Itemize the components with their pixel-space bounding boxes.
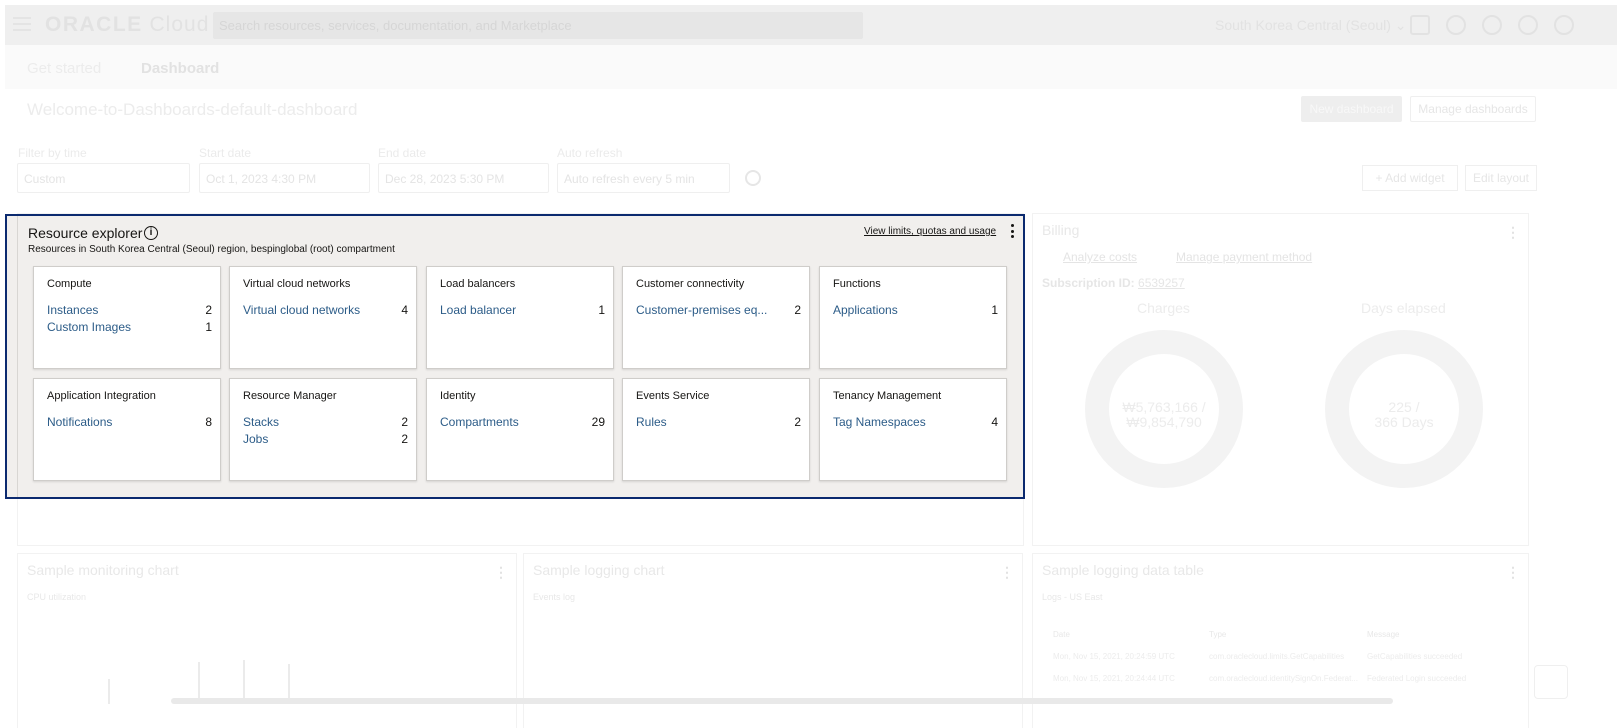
card-title: Virtual cloud networks — [243, 278, 351, 290]
card-compute: Compute Instances 2 Custom Images 1 — [33, 266, 221, 369]
card-load-balancers: Load balancers Load balancer 1 — [426, 266, 614, 369]
notification-bell-icon[interactable] — [1446, 15, 1466, 35]
card-title: Events Service — [636, 390, 710, 402]
card-title: Resource Manager — [243, 390, 337, 402]
logging-table-title: Sample logging data table — [1042, 562, 1204, 578]
widget-left-edge — [17, 216, 18, 497]
table-cell: com.oraclecloud.identitySignOn.Federat..… — [1209, 674, 1358, 683]
auto-refresh-label: Auto refresh — [557, 146, 623, 160]
logging-chart-title: Sample logging chart — [533, 562, 665, 578]
edit-layout-button[interactable]: Edit layout — [1465, 165, 1537, 191]
days-elapsed-label: Days elapsed — [1361, 300, 1446, 316]
resource-row-applications[interactable]: Applications 1 — [833, 303, 998, 320]
end-date-input[interactable]: Dec 28, 2023 5:30 PM — [378, 163, 549, 193]
card-identity: Identity Compartments 29 — [426, 378, 614, 481]
billing-title: Billing — [1042, 222, 1080, 238]
table-cell: Mon, Nov 15, 2021, 20:24:44 UTC — [1053, 674, 1175, 683]
resource-row-compartments[interactable]: Compartments 29 — [440, 415, 605, 432]
card-title: Customer connectivity — [636, 278, 745, 290]
table-header-date: Date — [1053, 630, 1070, 639]
card-virtual-cloud-networks: Virtual cloud networks Virtual cloud net… — [229, 266, 417, 369]
table-cell: com.oraclecloud.limits.GetCapabilities — [1209, 652, 1345, 661]
hamburger-menu-icon[interactable] — [13, 17, 31, 31]
card-tenancy-management: Tenancy Management Tag Namespaces 4 — [819, 378, 1007, 481]
oracle-cloud-logo[interactable]: ORACLE Cloud — [45, 13, 209, 37]
billing-kebab-icon[interactable]: ⋮ — [1506, 224, 1520, 241]
region-selector[interactable]: South Korea Central (Seoul) ⌄ — [1215, 17, 1407, 34]
card-resource-manager: Resource Manager Stacks 2 Jobs 2 — [229, 378, 417, 481]
monitoring-chart-title: Sample monitoring chart — [27, 562, 179, 578]
new-dashboard-button[interactable]: New dashboard — [1301, 96, 1402, 122]
resource-row-jobs[interactable]: Jobs 2 — [243, 432, 408, 449]
help-icon[interactable] — [1482, 15, 1502, 35]
card-functions: Functions Applications 1 — [819, 266, 1007, 369]
profile-avatar-icon[interactable] — [1554, 15, 1574, 35]
charges-value: ₩5,763,166 /₩9,854,790 — [1122, 399, 1206, 430]
resource-row-cpe[interactable]: Customer-premises eq... 2 — [636, 303, 801, 320]
language-globe-icon[interactable] — [1518, 15, 1538, 35]
search-input[interactable]: Search resources, services, documentatio… — [213, 12, 863, 39]
logging-chart-metric-label: Events log — [533, 592, 576, 602]
cloud-shell-icon[interactable] — [1410, 15, 1430, 35]
tab-get-started[interactable]: Get started — [27, 60, 101, 77]
table-header-type: Type — [1209, 630, 1227, 639]
table-cell: Mon, Nov 15, 2021, 20:24:59 UTC — [1053, 652, 1175, 661]
charges-label: Charges — [1137, 300, 1190, 316]
card-title: Compute — [47, 278, 92, 290]
card-customer-connectivity: Customer connectivity Customer-premises … — [622, 266, 810, 369]
card-application-integration: Application Integration Notifications 8 — [33, 378, 221, 481]
add-widget-button[interactable]: + Add widget — [1362, 165, 1458, 191]
resource-explorer-widget: Resource explorer i Resources in South K… — [5, 214, 1025, 499]
page-title: Welcome-to-Dashboards-default-dashboard — [27, 100, 358, 119]
resource-row-vcn[interactable]: Virtual cloud networks 4 — [243, 303, 408, 320]
subscription-id: Subscription ID: 6539257 — [1042, 276, 1185, 290]
monitoring-metric-label: CPU utilization — [27, 592, 87, 602]
resource-row-stacks[interactable]: Stacks 2 — [243, 415, 408, 432]
chart-bar — [108, 679, 110, 704]
auto-refresh-select[interactable]: Auto refresh every 5 min — [557, 163, 730, 193]
tab-bar: Get started Dashboard — [5, 45, 1617, 89]
resource-explorer-title: Resource explorer — [28, 225, 143, 241]
logging-chart-kebab-icon[interactable]: ⋮ — [1000, 564, 1014, 581]
resource-row-custom-images[interactable]: Custom Images 1 — [47, 320, 212, 337]
logging-table-kebab-icon[interactable]: ⋮ — [1506, 564, 1520, 581]
kebab-menu-icon[interactable] — [1009, 223, 1015, 239]
horizontal-scrollbar[interactable] — [171, 698, 1393, 704]
resource-row-instances[interactable]: Instances 2 — [47, 303, 212, 320]
logging-table-metric-label: Logs - US East — [1042, 592, 1103, 602]
start-date-label: Start date — [199, 146, 252, 160]
card-title: Application Integration — [47, 390, 156, 402]
tab-dashboard[interactable]: Dashboard — [141, 60, 219, 77]
table-cell: Federated Login succeeded — [1367, 674, 1467, 683]
card-title: Functions — [833, 278, 881, 290]
manage-payment-link[interactable]: Manage payment method — [1176, 250, 1312, 264]
table-cell: GetCapabilities succeeded — [1367, 652, 1463, 661]
resource-row-load-balancer[interactable]: Load balancer 1 — [440, 303, 605, 320]
info-icon[interactable]: i — [144, 226, 158, 240]
resource-explorer-subtitle: Resources in South Korea Central (Seoul)… — [28, 244, 395, 255]
resource-row-notifications[interactable]: Notifications 8 — [47, 415, 212, 432]
days-elapsed-value: 225 /366 Days — [1374, 399, 1434, 430]
resource-row-rules[interactable]: Rules 2 — [636, 415, 801, 432]
manage-dashboards-button[interactable]: Manage dashboards — [1410, 96, 1536, 122]
filter-by-time-label: Filter by time — [18, 146, 87, 160]
view-limits-link[interactable]: View limits, quotas and usage — [864, 226, 996, 237]
table-header-message: Message — [1367, 630, 1400, 639]
card-title: Tenancy Management — [833, 390, 942, 402]
billing-widget: Billing ⋮ Analyze costs Manage payment m… — [1032, 213, 1529, 546]
card-title: Load balancers — [440, 278, 516, 290]
start-date-input[interactable]: Oct 1, 2023 4:30 PM — [199, 163, 370, 193]
refresh-icon[interactable] — [745, 170, 761, 186]
resource-row-tag-namespaces[interactable]: Tag Namespaces 4 — [833, 415, 998, 432]
card-events-service: Events Service Rules 2 — [622, 378, 810, 481]
top-navigation-bar: ORACLE Cloud Search resources, services,… — [5, 5, 1617, 45]
card-title: Identity — [440, 390, 476, 402]
analyze-costs-link[interactable]: Analyze costs — [1063, 250, 1137, 264]
monitoring-kebab-icon[interactable]: ⋮ — [494, 564, 508, 581]
help-lifebuoy-icon[interactable] — [1534, 665, 1568, 699]
end-date-label: End date — [378, 146, 427, 160]
filter-by-time-select[interactable]: Custom — [17, 163, 190, 193]
